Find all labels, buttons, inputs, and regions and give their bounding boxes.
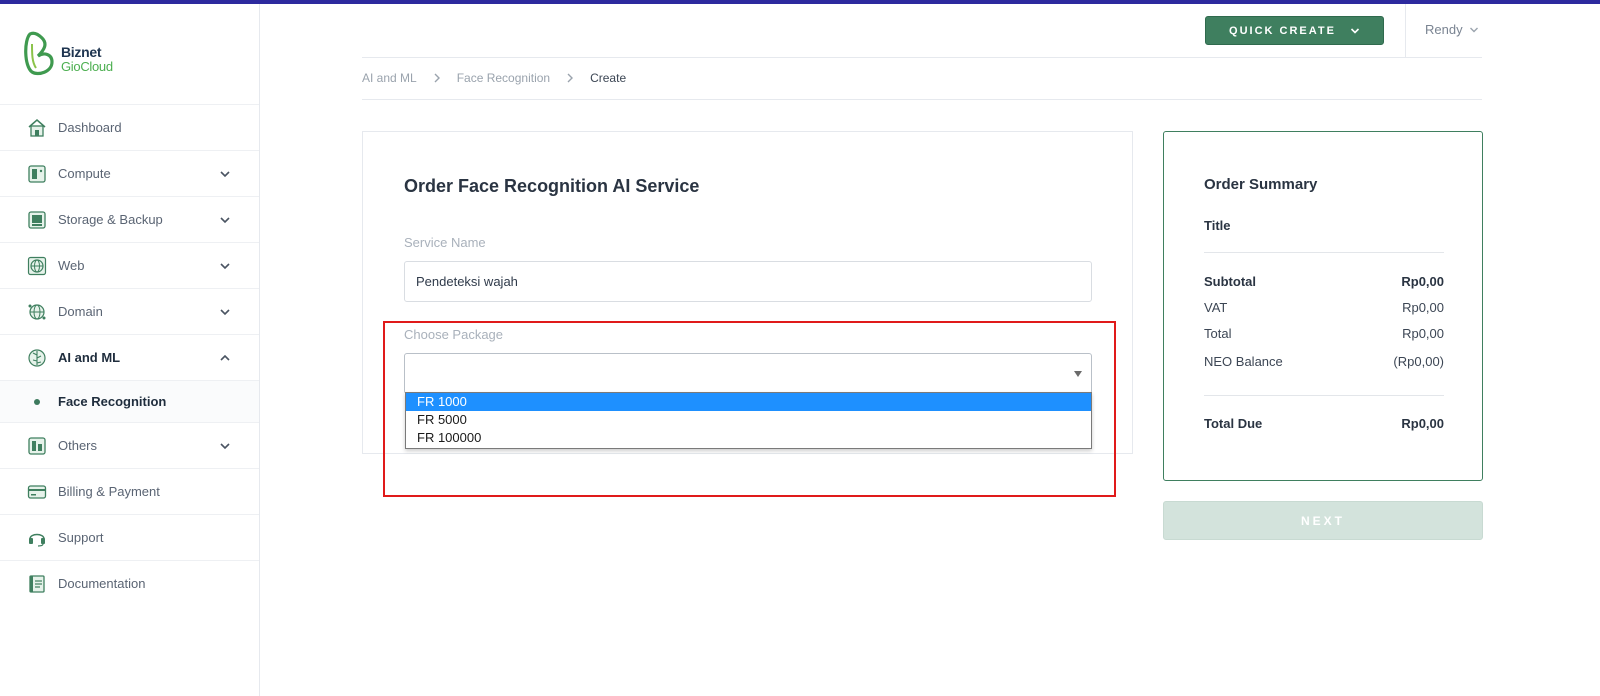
sidebar-item-storage[interactable]: Storage & Backup bbox=[0, 196, 259, 242]
user-menu[interactable]: Rendy bbox=[1425, 22, 1479, 37]
package-option-fr-100000[interactable]: FR 100000 bbox=[406, 429, 1091, 447]
sidebar-item-others[interactable]: Others bbox=[0, 422, 259, 468]
sidebar-item-label: Support bbox=[58, 530, 104, 545]
summary-divider bbox=[1204, 252, 1444, 253]
summary-row-label: VAT bbox=[1204, 300, 1228, 315]
sidebar-item-compute[interactable]: Compute bbox=[0, 150, 259, 196]
chevron-down-icon bbox=[220, 217, 230, 224]
sidebar-item-documentation[interactable]: Documentation bbox=[0, 560, 259, 606]
package-option-fr-1000[interactable]: FR 1000 bbox=[406, 393, 1091, 411]
brand-name-line1: Biznet bbox=[61, 44, 102, 60]
summary-row-value: (Rp0,00) bbox=[1393, 354, 1444, 369]
sidebar-item-billing[interactable]: Billing & Payment bbox=[0, 468, 259, 514]
sidebar-item-label: Domain bbox=[58, 304, 103, 319]
sidebar-item-label: Others bbox=[58, 438, 98, 453]
summary-row-vat: VAT Rp0,00 bbox=[1204, 300, 1444, 315]
card-icon bbox=[27, 482, 47, 502]
summary-row-label: Subtotal bbox=[1204, 274, 1256, 289]
summary-divider bbox=[1204, 395, 1444, 396]
summary-row-label: NEO Balance bbox=[1204, 354, 1283, 369]
breadcrumb-create: Create bbox=[590, 71, 627, 85]
chevron-down-icon bbox=[220, 309, 230, 316]
summary-row-total: Total Rp0,00 bbox=[1204, 326, 1444, 341]
chevron-up-icon bbox=[220, 354, 230, 361]
next-button[interactable]: NEXT bbox=[1163, 501, 1483, 540]
sidebar-item-label: AI and ML bbox=[58, 350, 121, 365]
order-summary-card: Order Summary Title Subtotal Rp0,00 VAT … bbox=[1163, 131, 1483, 481]
sidebar: Biznet GioCloud Dashboard Compute Storag… bbox=[0, 4, 260, 696]
header-divider bbox=[1405, 4, 1406, 58]
chevron-right-icon bbox=[434, 73, 440, 83]
order-summary-subtitle: Title bbox=[1204, 218, 1231, 233]
brand-name-line2: GioCloud bbox=[61, 59, 113, 74]
sidebar-item-label: Web bbox=[58, 258, 85, 273]
user-name: Rendy bbox=[1425, 22, 1463, 37]
package-select[interactable] bbox=[404, 353, 1092, 394]
sidebar-item-label: Storage & Backup bbox=[58, 212, 163, 227]
chevron-down-icon bbox=[220, 443, 230, 450]
document-icon bbox=[27, 574, 47, 594]
sidebar-subitem-face-recognition[interactable]: Face Recognition bbox=[0, 380, 259, 422]
sidebar-item-label: Compute bbox=[58, 166, 111, 181]
sidebar-nav: Dashboard Compute Storage & Backup Web D… bbox=[0, 104, 259, 606]
bullet-icon bbox=[34, 398, 40, 405]
sidebar-item-ai-and-ml[interactable]: AI and ML bbox=[0, 334, 259, 380]
summary-row-subtotal: Subtotal Rp0,00 bbox=[1204, 274, 1444, 289]
breadcrumb: AI and ML Face Recognition Create bbox=[362, 71, 626, 85]
sidebar-item-web[interactable]: Web bbox=[0, 242, 259, 288]
headset-icon bbox=[27, 528, 47, 548]
caret-down-icon bbox=[1074, 371, 1082, 377]
sidebar-subitem-label: Face Recognition bbox=[58, 394, 167, 409]
service-name-input[interactable] bbox=[404, 261, 1092, 302]
chevron-down-icon bbox=[220, 263, 230, 270]
biznet-logo-icon bbox=[24, 31, 54, 76]
summary-row-label: Total Due bbox=[1204, 416, 1263, 431]
sidebar-item-domain[interactable]: Domain bbox=[0, 288, 259, 334]
summary-row-neo-balance: NEO Balance (Rp0,00) bbox=[1204, 354, 1444, 369]
sidebar-item-label: Billing & Payment bbox=[58, 484, 160, 499]
brand-logo[interactable]: Biznet GioCloud bbox=[22, 30, 132, 80]
summary-row-total-due: Total Due Rp0,00 bbox=[1204, 416, 1444, 431]
chevron-down-icon bbox=[1350, 27, 1360, 34]
header-divider-line bbox=[362, 57, 1482, 58]
chevron-down-icon bbox=[1469, 27, 1478, 32]
server-icon bbox=[27, 164, 47, 184]
quick-create-button[interactable]: QUICK CREATE bbox=[1205, 16, 1384, 45]
breadcrumb-face-recognition[interactable]: Face Recognition bbox=[457, 71, 550, 85]
sidebar-item-label: Dashboard bbox=[58, 120, 122, 135]
chevron-down-icon bbox=[220, 171, 230, 178]
breadcrumb-ai-and-ml[interactable]: AI and ML bbox=[362, 71, 417, 85]
summary-row-value: Rp0,00 bbox=[1401, 416, 1444, 431]
sidebar-item-support[interactable]: Support bbox=[0, 514, 259, 560]
summary-row-label: Total bbox=[1204, 326, 1232, 341]
brain-icon bbox=[27, 348, 47, 368]
domain-icon bbox=[27, 302, 47, 322]
summary-row-value: Rp0,00 bbox=[1402, 326, 1444, 341]
service-name-label: Service Name bbox=[404, 235, 486, 250]
others-icon bbox=[27, 436, 47, 456]
quick-create-label: QUICK CREATE bbox=[1229, 24, 1336, 37]
order-summary-title: Order Summary bbox=[1204, 176, 1318, 193]
summary-row-value: Rp0,00 bbox=[1401, 274, 1444, 289]
package-dropdown-list: FR 1000 FR 5000 FR 100000 bbox=[405, 392, 1092, 449]
sidebar-item-dashboard[interactable]: Dashboard bbox=[0, 104, 259, 150]
breadcrumb-divider-line bbox=[362, 99, 1482, 100]
globe-icon bbox=[27, 256, 47, 276]
storage-icon bbox=[27, 210, 47, 230]
chevron-right-icon bbox=[567, 73, 574, 83]
package-option-fr-5000[interactable]: FR 5000 bbox=[406, 411, 1091, 429]
home-icon bbox=[27, 118, 47, 138]
form-title: Order Face Recognition AI Service bbox=[404, 176, 700, 196]
package-label: Choose Package bbox=[404, 327, 504, 342]
sidebar-item-label: Documentation bbox=[58, 576, 146, 591]
summary-row-value: Rp0,00 bbox=[1402, 300, 1444, 315]
